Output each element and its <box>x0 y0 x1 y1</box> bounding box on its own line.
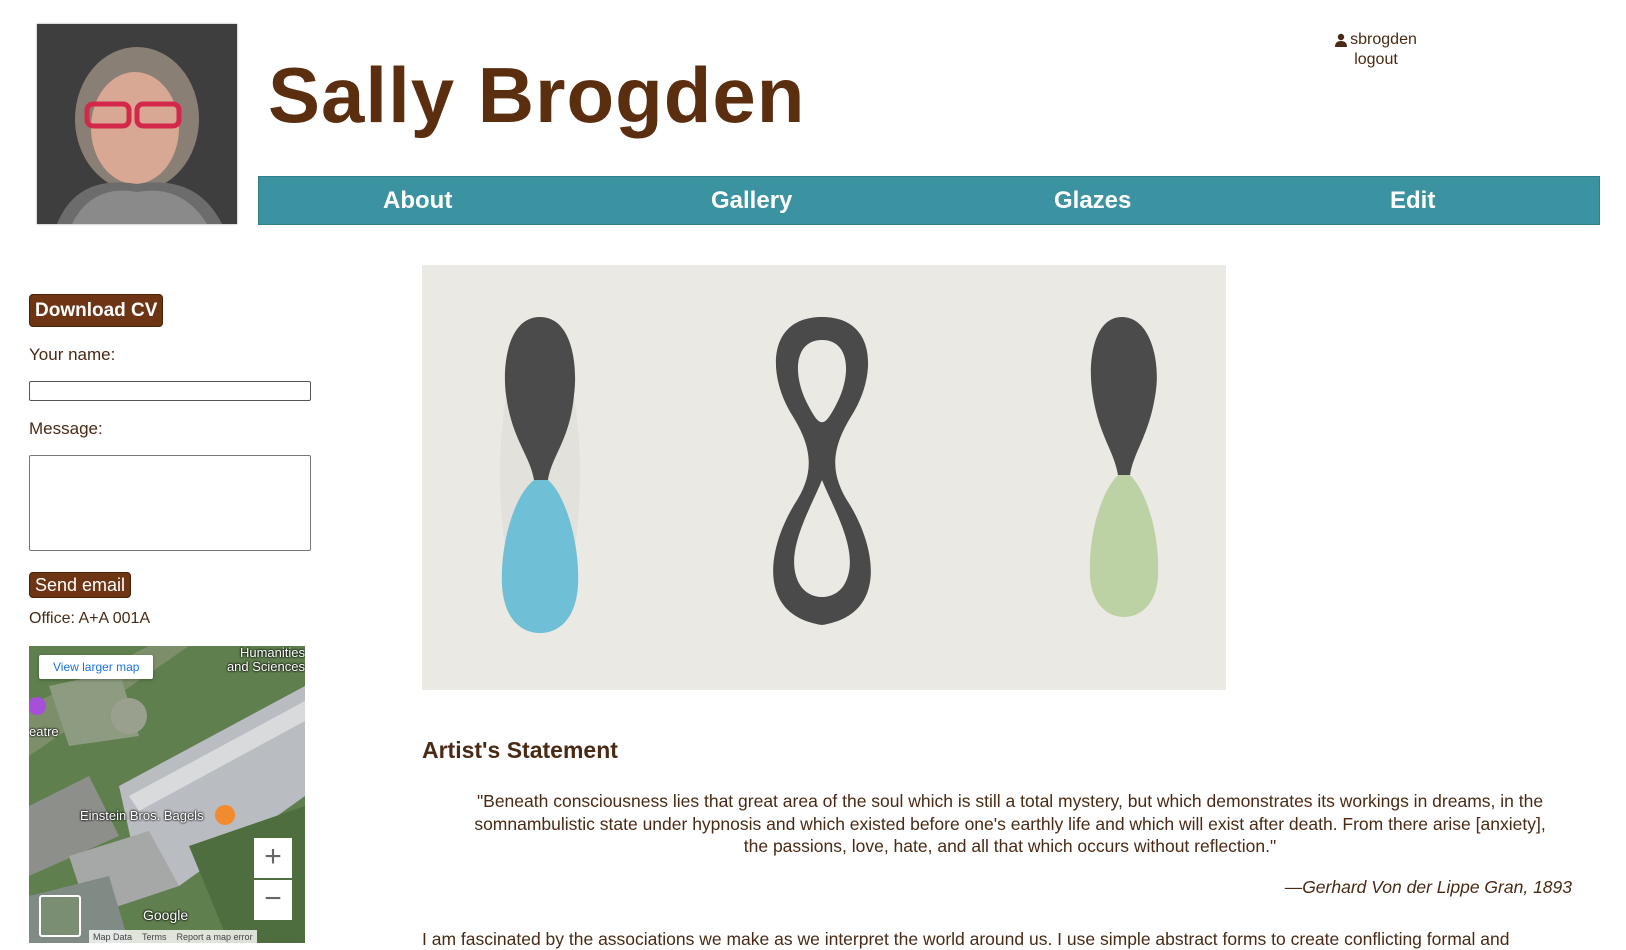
message-label: Message: <box>29 419 103 438</box>
zoom-out-button[interactable]: − <box>254 880 292 920</box>
statement-quote: "Beneath consciousness lies that great a… <box>474 791 1546 856</box>
profile-photo <box>37 24 237 224</box>
map-terms-link[interactable]: Terms <box>142 932 167 942</box>
zoom-in-button[interactable]: + <box>254 838 292 878</box>
map-report-link[interactable]: Report a map error <box>177 932 253 942</box>
view-larger-map-link[interactable]: View larger map <box>39 655 154 679</box>
map-label-einstein-bagels: Einstein Bros. Bagels <box>80 808 204 823</box>
portrait-image <box>37 24 237 224</box>
user-icon <box>1335 33 1348 47</box>
name-label: Your name: <box>29 345 116 364</box>
artist-statement-heading: Artist's Statement <box>422 737 618 763</box>
map-data-text: Map Data <box>93 931 133 942</box>
logout-link[interactable]: logout <box>1296 50 1456 70</box>
map-footer: Map Data Terms Report a map error <box>89 930 257 943</box>
featured-artwork-image <box>422 265 1226 690</box>
user-line[interactable]: sbrogden <box>1296 30 1456 50</box>
google-logo: Google <box>143 907 189 923</box>
site-title: Sally Brogden <box>268 51 806 139</box>
user-menu: sbrogden logout <box>1296 30 1456 70</box>
nav-about[interactable]: About <box>383 177 452 224</box>
download-cv-button[interactable]: Download CV <box>29 294 164 327</box>
statement-body-text: I am fascinated by the associations we m… <box>422 929 1510 949</box>
office-location: Office: A+A 001A <box>29 610 151 627</box>
map-label-humanities: Humanities and Sciences <box>226 646 305 674</box>
name-input[interactable] <box>29 381 311 401</box>
send-email-button[interactable]: Send email <box>29 572 132 598</box>
quote-attribution: —Gerhard Von der Lippe Gran, 1893 <box>1284 877 1572 897</box>
embedded-map[interactable]: View larger map Humanities and Sciences … <box>29 646 305 943</box>
ceramic-sculptures-image <box>422 265 1226 690</box>
message-textarea[interactable] <box>29 455 311 551</box>
nav-gallery[interactable]: Gallery <box>711 177 792 224</box>
main-nav: About Gallery Glazes Edit <box>258 176 1600 225</box>
map-type-toggle[interactable] <box>39 895 81 937</box>
map-label-theatre: eatre <box>29 724 59 739</box>
nav-glazes[interactable]: Glazes <box>1054 177 1131 224</box>
nav-edit[interactable]: Edit <box>1390 177 1435 224</box>
username: sbrogden <box>1350 31 1417 48</box>
